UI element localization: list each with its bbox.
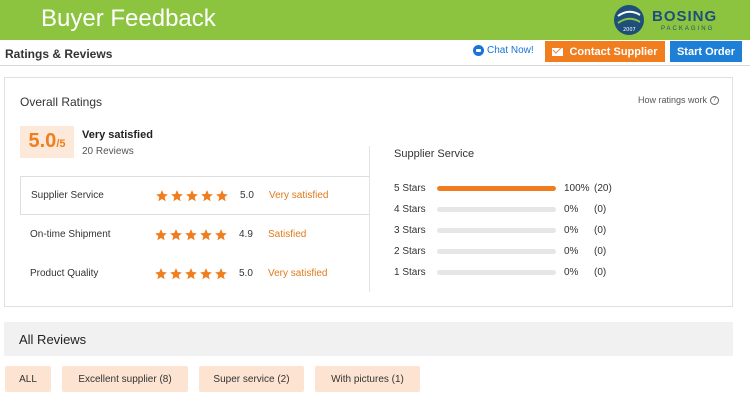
top-banner: Buyer Feedback 2007 BOSING PACKAGING: [0, 0, 750, 40]
all-reviews-bar: All Reviews: [4, 322, 733, 356]
question-icon: ?: [710, 95, 720, 105]
rating-row-score: 4.9: [239, 229, 253, 240]
overall-label: Very satisfied: [82, 129, 153, 141]
distribution-percent: 100%: [564, 183, 590, 194]
contact-supplier-button[interactable]: Contact Supplier: [545, 41, 665, 62]
page-title: Ratings & Reviews: [5, 47, 113, 61]
overall-score-max: /5: [56, 138, 66, 150]
star-distribution: 5 Stars 100% (20) 4 Stars 0% (0) 3 Stars…: [394, 180, 724, 285]
overall-score: 5.0: [28, 130, 57, 152]
distribution-count: (20): [594, 183, 612, 194]
distribution-track: [437, 228, 556, 233]
star-icon: [185, 228, 197, 240]
distribution-percent: 0%: [564, 225, 579, 236]
distribution-label: 2 Stars: [394, 246, 426, 257]
star-rating: [154, 228, 228, 242]
logo-subtitle: PACKAGING: [661, 26, 715, 32]
star-icon: [201, 189, 213, 201]
start-order-button[interactable]: Start Order: [670, 41, 742, 62]
distribution-count: (0): [594, 204, 607, 215]
distribution-row: 2 Stars 0% (0): [394, 243, 724, 264]
distribution-row: 3 Stars 0% (0): [394, 222, 724, 243]
chat-bubble-icon: [473, 45, 484, 56]
rating-row-score: 5.0: [240, 190, 254, 201]
chat-now-link[interactable]: Chat Now!: [473, 45, 534, 56]
review-count: 20 Reviews: [82, 146, 134, 157]
rating-row-label: On-time Shipment: [30, 229, 111, 240]
rating-row-product-quality[interactable]: Product Quality 5.0 Very satisfied: [20, 254, 370, 293]
distribution-row: 5 Stars 100% (20): [394, 180, 724, 201]
how-ratings-work-link[interactable]: How ratings work ?: [638, 95, 720, 105]
filter-super-service[interactable]: Super service (2): [199, 366, 304, 392]
rating-row-label: Product Quality: [30, 268, 99, 279]
filter-excellent-supplier[interactable]: Excellent supplier (8): [62, 366, 188, 392]
distribution-label: 1 Stars: [394, 267, 426, 278]
rating-row-text: Very satisfied: [268, 268, 328, 279]
star-icon: [155, 267, 167, 279]
filter-all[interactable]: ALL: [5, 366, 51, 392]
star-icon: [215, 228, 227, 240]
distribution-label: 5 Stars: [394, 183, 426, 194]
rating-row-on-time-shipment[interactable]: On-time Shipment 4.9 Satisfied: [20, 215, 370, 254]
star-icon: [156, 189, 168, 201]
star-icon: [200, 267, 212, 279]
star-icon: [200, 228, 212, 240]
distribution-count: (0): [594, 225, 607, 236]
overall-ratings-title: Overall Ratings: [20, 95, 103, 109]
star-rating: [154, 267, 228, 281]
start-order-label: Start Order: [676, 45, 736, 58]
mail-icon: [552, 47, 564, 56]
distribution-track: [437, 207, 556, 212]
filter-with-pictures[interactable]: With pictures (1): [315, 366, 420, 392]
category-ratings: Supplier Service 5.0 Very satisfied On-t…: [20, 176, 370, 293]
brand-logo: 2007 BOSING PACKAGING: [612, 3, 747, 37]
distribution-count: (0): [594, 267, 607, 278]
overall-ratings-card: Overall Ratings How ratings work ? 5.0 /…: [4, 77, 733, 307]
star-icon: [216, 189, 228, 201]
star-icon: [170, 267, 182, 279]
contact-supplier-label: Contact Supplier: [569, 45, 658, 58]
distribution-count: (0): [594, 246, 607, 257]
star-icon: [215, 267, 227, 279]
rating-row-label: Supplier Service: [31, 190, 104, 201]
distribution-track: [437, 270, 556, 275]
logo-mark-icon: 2007: [614, 5, 644, 35]
rating-row-text: Very satisfied: [269, 190, 329, 201]
distribution-label: 3 Stars: [394, 225, 426, 236]
banner-title: Buyer Feedback: [41, 5, 216, 32]
supplier-service-title: Supplier Service: [394, 148, 475, 160]
distribution-row: 1 Stars 0% (0): [394, 264, 724, 285]
distribution-row: 4 Stars 0% (0): [394, 201, 724, 222]
distribution-percent: 0%: [564, 204, 579, 215]
distribution-fill: [437, 186, 556, 191]
vertical-divider: [369, 146, 370, 292]
star-icon: [171, 189, 183, 201]
star-icon: [186, 189, 198, 201]
distribution-track: [437, 186, 556, 191]
chat-now-label: Chat Now!: [487, 45, 534, 56]
distribution-percent: 0%: [564, 267, 579, 278]
star-icon: [185, 267, 197, 279]
how-ratings-work-label: How ratings work: [638, 95, 708, 105]
all-reviews-title: All Reviews: [19, 332, 87, 347]
rating-row-supplier-service[interactable]: Supplier Service 5.0 Very satisfied: [20, 176, 370, 215]
rating-row-score: 5.0: [239, 268, 253, 279]
overall-score-badge: 5.0 /5: [20, 126, 74, 158]
header-row: Ratings & Reviews Chat Now! Contact Supp…: [0, 40, 750, 66]
logo-badge: 2007: [623, 27, 636, 33]
star-icon: [155, 228, 167, 240]
distribution-label: 4 Stars: [394, 204, 426, 215]
review-filters: ALL Excellent supplier (8) Super service…: [5, 366, 420, 392]
rating-row-text: Satisfied: [268, 229, 307, 240]
star-rating: [155, 189, 229, 203]
distribution-percent: 0%: [564, 246, 579, 257]
star-icon: [170, 228, 182, 240]
logo-name: BOSING: [652, 8, 718, 25]
distribution-track: [437, 249, 556, 254]
